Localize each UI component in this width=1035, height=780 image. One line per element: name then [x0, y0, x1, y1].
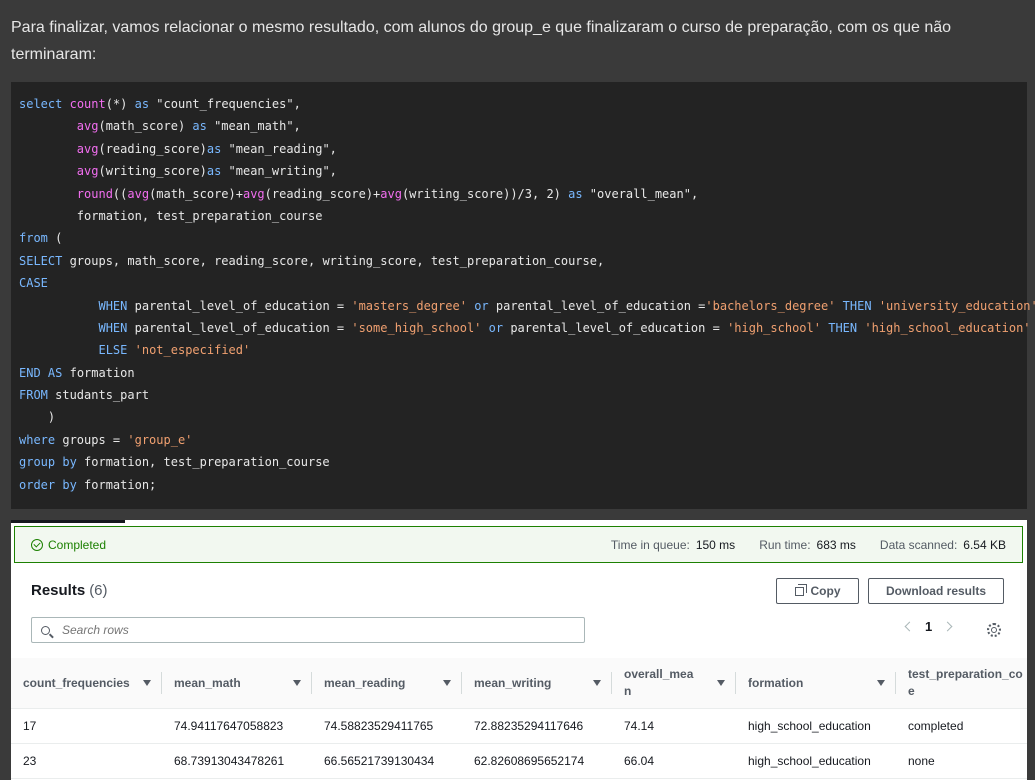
- table-cell: high_school_education: [736, 708, 896, 744]
- search-icon: [41, 625, 50, 635]
- table-cell: 68.73913043478261: [162, 743, 312, 779]
- table-cell: 17: [11, 708, 162, 744]
- code-line: WHEN parental_level_of_education = 'some…: [98, 320, 1031, 335]
- chevron-right-icon[interactable]: [942, 621, 953, 632]
- results-heading: Results (6): [31, 582, 108, 599]
- code-line: avg(writing_score)as "mean_writing",: [76, 164, 337, 179]
- status-completed: Completed: [31, 538, 106, 552]
- code-line: SELECT groups, math_score, reading_score…: [19, 253, 605, 268]
- pagination: 1: [904, 619, 953, 634]
- column-header[interactable]: mean_reading: [312, 658, 462, 709]
- code-line: WHEN parental_level_of_education = 'mast…: [98, 298, 1035, 313]
- code-line: ELSE 'not_especified': [98, 343, 251, 358]
- data-scanned: Data scanned: 6.54 KB: [879, 537, 1006, 552]
- table-cell: 66.56521739130434: [312, 743, 462, 779]
- sort-icon: [443, 680, 451, 686]
- table-row: 23 68.73913043478261 66.56521739130434 6…: [11, 743, 1027, 779]
- column-header[interactable]: mean_writing: [462, 658, 612, 709]
- status-label: Completed: [48, 537, 107, 552]
- sort-icon: [717, 680, 725, 686]
- table-header-row: count_frequencies mean_math mean_reading…: [11, 658, 1027, 709]
- search-input[interactable]: [60, 622, 544, 638]
- code-line: where groups = 'group_e': [19, 432, 193, 447]
- table-cell: high_school_education: [736, 743, 896, 779]
- code-line: group by formation, test_preparation_cou…: [19, 455, 330, 470]
- table-cell: 23: [11, 743, 162, 779]
- copy-icon: [794, 583, 807, 596]
- sort-icon: [593, 680, 601, 686]
- active-tab-indicator: [11, 520, 125, 523]
- code-line: order by formation;: [19, 477, 157, 492]
- code-line: round((avg(math_score)+avg(reading_score…: [76, 186, 699, 201]
- sort-icon: [143, 680, 151, 686]
- search-rows-field[interactable]: [31, 617, 585, 643]
- table-cell: 74.94117647058823: [162, 708, 312, 744]
- sort-icon: [293, 680, 301, 686]
- page-number[interactable]: 1: [925, 619, 932, 634]
- table-cell: 74.14: [612, 708, 736, 744]
- table-cell: 74.58823529411765: [312, 708, 462, 744]
- table-cell: 72.88235294117646: [462, 708, 612, 744]
- column-header[interactable]: test_preparation_co e: [896, 658, 1027, 709]
- code-line: avg(reading_score)as "mean_reading",: [76, 141, 337, 156]
- run-time: Run time: 683 ms: [759, 537, 856, 552]
- code-line: avg(math_score) as "mean_math",: [76, 119, 301, 134]
- check-circle-icon: [31, 538, 43, 551]
- sort-icon: [877, 680, 885, 686]
- results-count: (6): [89, 582, 108, 599]
- table-cell: none: [896, 743, 1027, 779]
- code-line: from (: [19, 231, 63, 246]
- download-results-button[interactable]: Download results: [868, 578, 1004, 604]
- code-line: CASE: [19, 276, 48, 291]
- code-line: formation, test_preparation_course: [19, 208, 323, 223]
- chevron-left-icon[interactable]: [904, 621, 915, 632]
- copy-button[interactable]: Copy: [776, 578, 859, 604]
- intro-paragraph: Para finalizar, vamos relacionar o mesmo…: [11, 19, 952, 63]
- results-table: count_frequencies mean_math mean_reading…: [11, 658, 1027, 779]
- code-line: FROM studants_part: [19, 388, 150, 403]
- table-cell: 66.04: [612, 743, 736, 779]
- code-line: ): [19, 410, 56, 425]
- table-cell: completed: [896, 708, 1027, 744]
- table-cell: 62.82608695652174: [462, 743, 612, 779]
- code-line: select count(*) as "count_frequencies",: [19, 97, 301, 111]
- time-in-queue: Time in queue: 150 ms: [610, 537, 736, 552]
- column-header[interactable]: mean_math: [162, 658, 312, 709]
- gear-icon[interactable]: [987, 623, 1001, 637]
- code-line: END AS formation: [19, 365, 135, 380]
- column-header[interactable]: overall_mea n: [612, 658, 736, 709]
- table-row: 17 74.94117647058823 74.58823529411765 7…: [11, 708, 1027, 744]
- results-panel: Completed Time in queue: 150 ms Run time:…: [11, 520, 1027, 780]
- query-status-bar: Completed Time in queue: 150 ms Run time:…: [14, 526, 1023, 563]
- column-header[interactable]: formation: [736, 658, 896, 709]
- sql-code-block: select count(*) as "count_frequencies", …: [11, 82, 1035, 509]
- column-header[interactable]: count_frequencies: [11, 658, 162, 709]
